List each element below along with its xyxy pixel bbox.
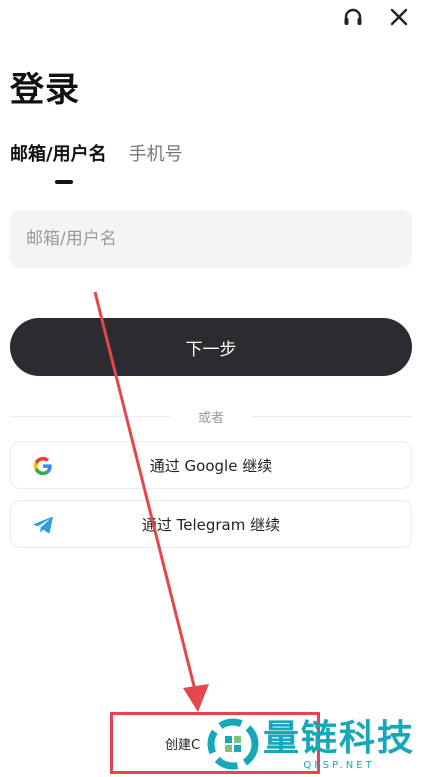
google-icon	[31, 454, 55, 478]
tab-email-username[interactable]: 邮箱/用户名	[10, 140, 107, 184]
tab-phone[interactable]: 手机号	[129, 140, 183, 184]
watermark-logo: 量链科技 QFSP.NET	[205, 714, 420, 774]
page-title: 登录	[10, 70, 80, 110]
login-method-tabs: 邮箱/用户名 手机号	[10, 140, 183, 184]
divider-line	[10, 415, 170, 417]
active-tab-indicator	[55, 180, 73, 184]
telegram-button-label: 通过 Telegram 继续	[141, 515, 281, 534]
or-divider: 或者	[10, 405, 413, 427]
telegram-icon	[31, 513, 55, 537]
tab-label: 手机号	[128, 144, 183, 165]
tab-label: 邮箱/用户名	[10, 144, 107, 165]
email-username-input[interactable]	[10, 210, 412, 268]
divider-label: 或者	[198, 410, 225, 426]
top-bar	[0, 0, 423, 32]
close-icon[interactable]	[385, 4, 413, 30]
divider-line	[252, 415, 413, 417]
annotation-arrow	[93, 291, 209, 712]
continue-with-telegram-button[interactable]: 通过 Telegram 继续	[10, 500, 412, 548]
watermark-emblem-icon	[205, 716, 261, 772]
headset-icon[interactable]	[339, 4, 367, 30]
watermark-domain: QFSP.NET	[303, 759, 375, 771]
next-button[interactable]: 下一步	[10, 318, 412, 376]
google-button-label: 通过 Google 继续	[149, 456, 273, 475]
continue-with-google-button[interactable]: 通过 Google 继续	[10, 441, 412, 489]
create-account-label: 创建C	[165, 737, 201, 753]
watermark-name: 量链科技	[263, 717, 416, 759]
